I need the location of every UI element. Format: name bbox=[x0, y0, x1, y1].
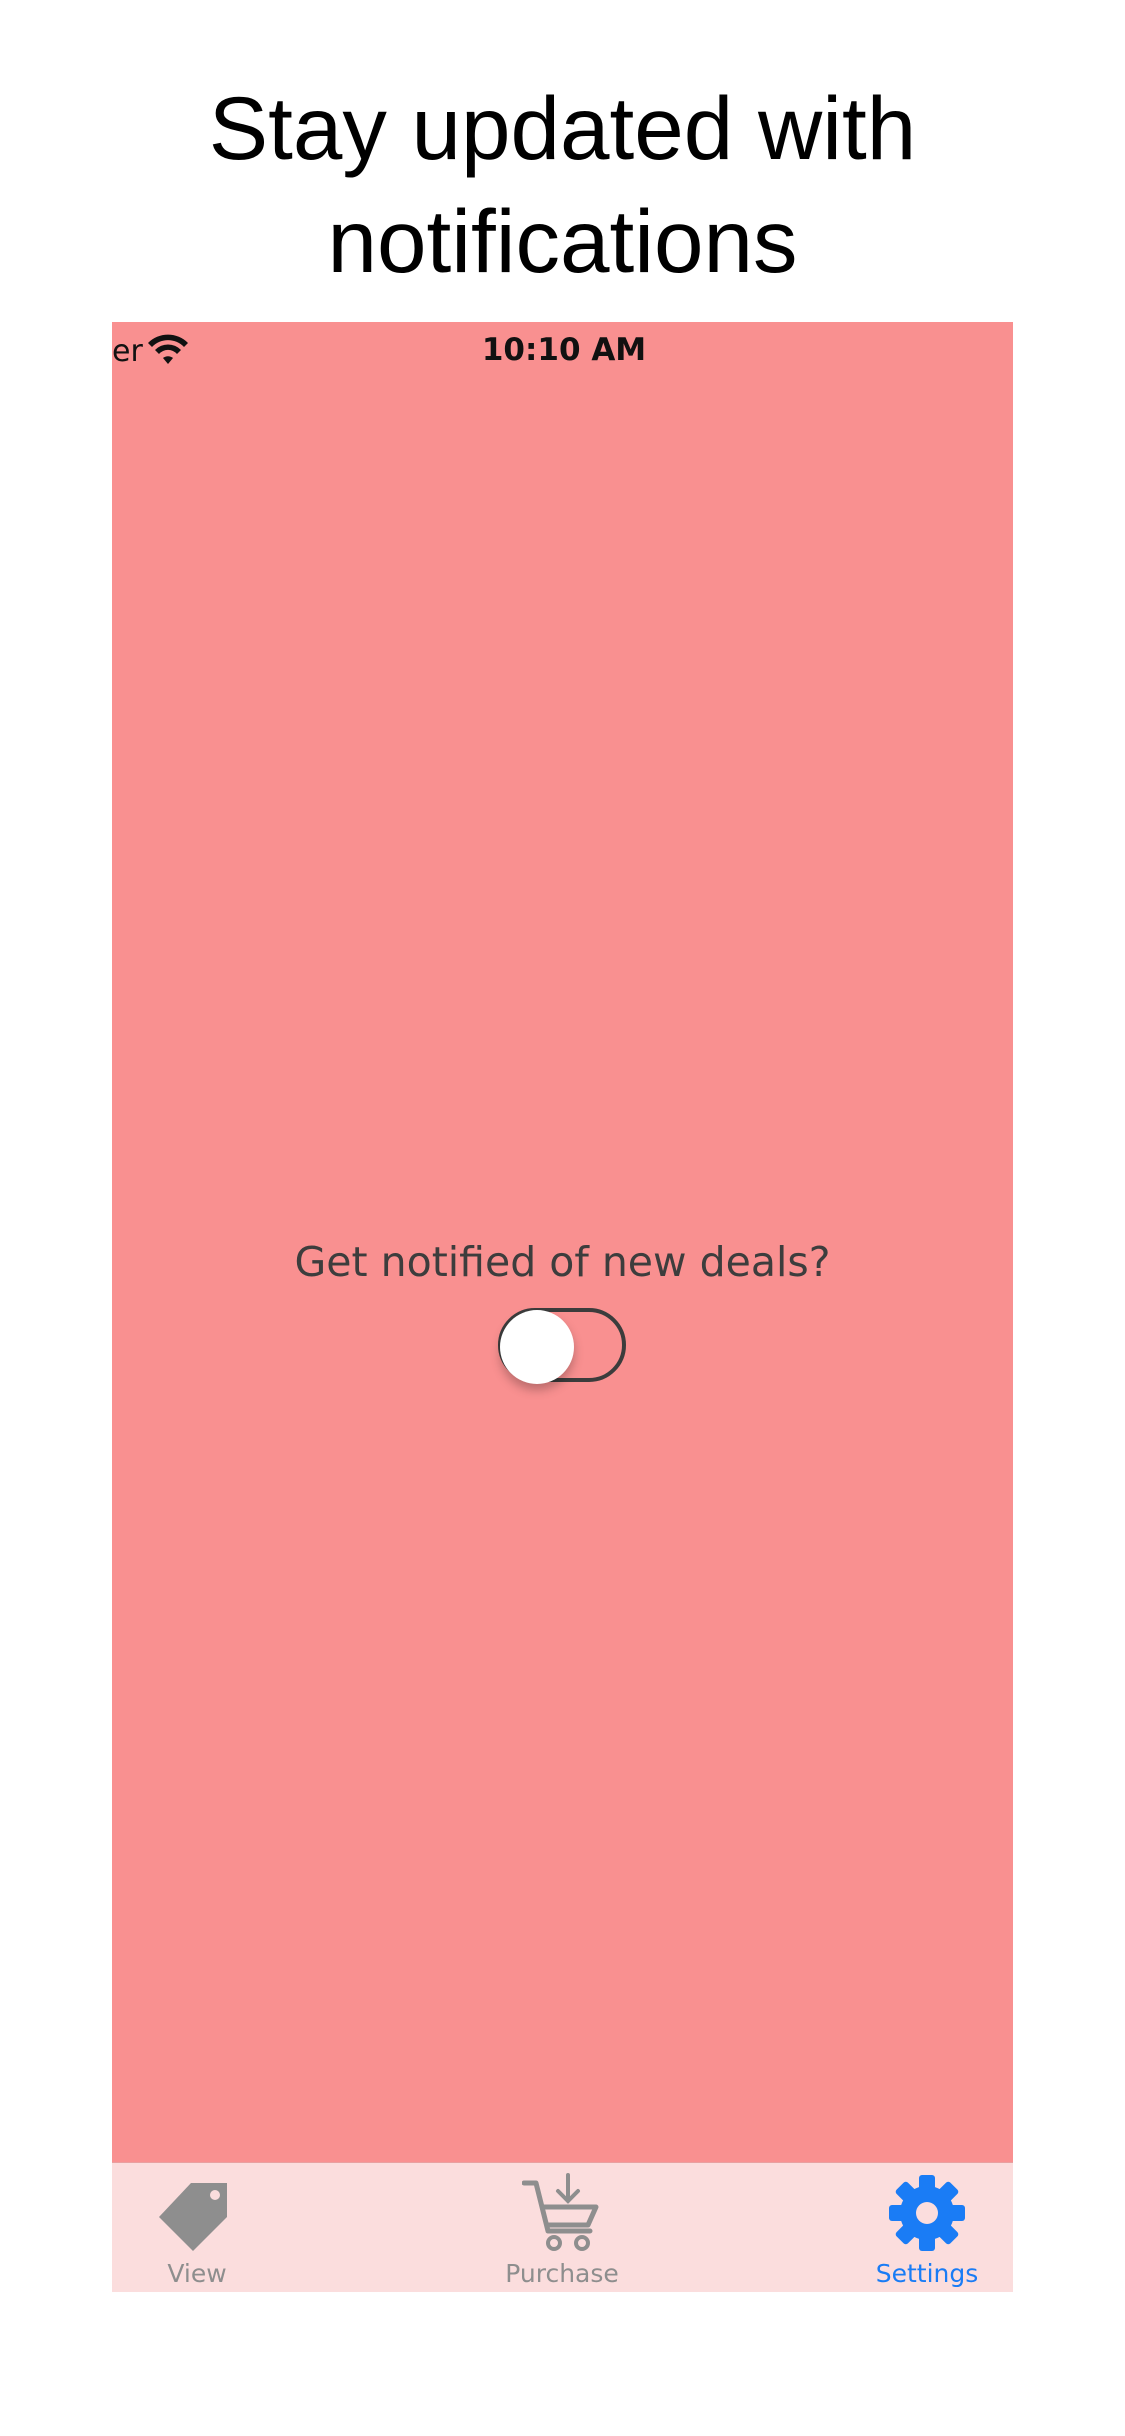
phone-screen: er 10:10 AM Get notified of new deals? V… bbox=[112, 322, 1013, 2292]
status-time: 10:10 AM bbox=[481, 332, 647, 368]
tab-settings[interactable]: Settings bbox=[827, 2163, 1013, 2292]
tab-view[interactable]: View bbox=[112, 2163, 297, 2292]
tab-purchase-label: Purchase bbox=[505, 2259, 619, 2288]
headline-line-1: Stay updated with bbox=[208, 78, 917, 178]
notifications-toggle[interactable] bbox=[498, 1308, 626, 1384]
tab-purchase[interactable]: Purchase bbox=[462, 2163, 662, 2292]
status-bar: er 10:10 AM bbox=[112, 322, 1013, 382]
toggle-knob bbox=[500, 1310, 574, 1384]
page-headline: Stay updated with notifications bbox=[0, 72, 1125, 298]
cart-icon bbox=[522, 2173, 599, 2251]
gear-icon bbox=[889, 2175, 965, 2251]
notification-prompt: Get notified of new deals? bbox=[294, 1238, 831, 1286]
tab-settings-label: Settings bbox=[875, 2259, 979, 2288]
tab-view-label: View bbox=[167, 2259, 227, 2288]
headline-line-2: notifications bbox=[327, 191, 798, 291]
tab-bar: View Purchase Settings bbox=[112, 2162, 1013, 2292]
tag-icon bbox=[159, 2183, 227, 2251]
